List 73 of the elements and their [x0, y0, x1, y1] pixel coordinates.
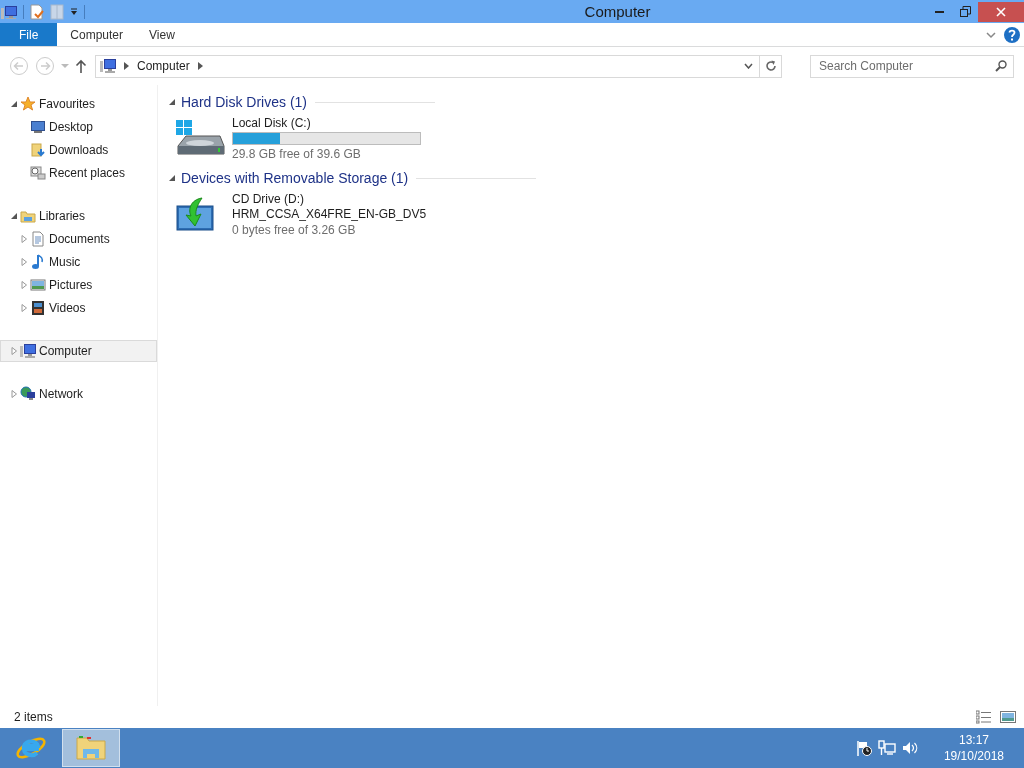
- globe-computer-icon: [20, 386, 36, 402]
- details-view-icon[interactable]: [976, 710, 992, 724]
- expand-ribbon-icon[interactable]: [986, 30, 996, 39]
- nav-item[interactable]: Pictures: [0, 274, 157, 296]
- expand-arrow-icon[interactable]: [20, 304, 28, 312]
- close-icon: [996, 6, 1006, 17]
- nav-item[interactable]: Downloads: [0, 139, 157, 161]
- computer-icon: [20, 343, 36, 359]
- dropdown-arrow-icon[interactable]: [70, 7, 78, 16]
- document-check-icon[interactable]: [30, 3, 44, 20]
- clock-date: 19/10/2018: [943, 748, 1004, 764]
- expand-arrow-icon[interactable]: [10, 390, 18, 398]
- question-mark-icon: [1008, 28, 1016, 41]
- collapse-arrow-icon[interactable]: [10, 212, 18, 220]
- nav-item[interactable]: Computer: [0, 340, 157, 362]
- nav-item[interactable]: Desktop: [0, 116, 157, 138]
- clock-time: 13:17: [958, 732, 989, 748]
- folder-download-icon: [30, 142, 46, 158]
- search-icon[interactable]: [995, 59, 1007, 72]
- refresh-icon: [764, 60, 777, 72]
- drive-name[interactable]: CD Drive (D:): [232, 192, 427, 207]
- music-note-icon: [30, 254, 46, 270]
- volume-label: HRM_CCSA_X64FRE_EN-GB_DV5: [232, 207, 427, 222]
- expand-arrow-icon[interactable]: [20, 258, 28, 266]
- search-field[interactable]: Search Computer: [810, 54, 1014, 78]
- network-icon[interactable]: [877, 740, 896, 756]
- up-arrow-icon: [75, 59, 87, 73]
- star-icon: [20, 96, 36, 112]
- picture-icon: [30, 277, 46, 293]
- ribbon-tab[interactable]: Computer: [57, 23, 137, 46]
- nav-item[interactable]: Videos: [0, 297, 157, 319]
- collapse-arrow-icon[interactable]: [10, 100, 18, 108]
- monitor-icon: [30, 119, 46, 135]
- minimize-icon: [934, 10, 944, 13]
- breadcrumb-link[interactable]: Computer: [137, 59, 190, 73]
- chevron-icon[interactable]: [124, 62, 129, 70]
- expand-arrow-icon[interactable]: [20, 235, 28, 243]
- restore-icon: [959, 6, 971, 17]
- chevron-down-icon: [743, 63, 753, 69]
- nav-item[interactable]: Favourites: [0, 93, 157, 115]
- expand-arrow-icon[interactable]: [20, 281, 28, 289]
- item-count: 2 items: [14, 710, 53, 724]
- document-icon: [30, 231, 46, 247]
- nav-item[interactable]: Documents: [0, 228, 157, 250]
- nav-item[interactable]: Music: [0, 251, 157, 273]
- collapse-arrow-icon[interactable]: [168, 174, 176, 182]
- computer-icon: [100, 58, 116, 74]
- address-bar[interactable]: Computer: [95, 54, 782, 78]
- help-button[interactable]: [1004, 26, 1020, 43]
- computer-icon[interactable]: [1, 4, 17, 19]
- group-heading: Devices with Removable Storage (1): [181, 170, 409, 186]
- large-icons-view-icon[interactable]: [1000, 710, 1016, 724]
- file-tab[interactable]: File: [0, 23, 58, 46]
- hard-drive-icon[interactable]: [176, 120, 226, 156]
- free-space-text: 0 bytes free of 3.26 GB: [232, 222, 357, 238]
- library-folder-icon: [20, 208, 36, 224]
- ribbon-tab[interactable]: View: [136, 23, 188, 46]
- drive-name[interactable]: Local Disk (C:): [232, 116, 421, 131]
- clock[interactable]: 13:17 19/10/2018: [943, 732, 1004, 764]
- collapse-arrow-icon[interactable]: [168, 98, 176, 106]
- nav-item[interactable]: Recent places: [0, 162, 157, 184]
- expand-arrow-icon[interactable]: [10, 347, 18, 355]
- group-heading: Hard Disk Drives (1): [181, 94, 307, 110]
- film-strip-icon: [30, 300, 46, 316]
- window-title: Computer: [583, 3, 652, 20]
- free-space-text: 29.8 GB free of 39.6 GB: [232, 146, 362, 162]
- nav-item[interactable]: Libraries: [0, 205, 157, 227]
- chevron-icon[interactable]: [197, 62, 203, 70]
- nav-item[interactable]: Network: [0, 383, 157, 405]
- up-button[interactable]: [75, 59, 87, 73]
- speaker-icon[interactable]: [901, 740, 918, 756]
- flag-clock-icon[interactable]: [855, 740, 872, 756]
- clock-computer-icon: [30, 165, 46, 181]
